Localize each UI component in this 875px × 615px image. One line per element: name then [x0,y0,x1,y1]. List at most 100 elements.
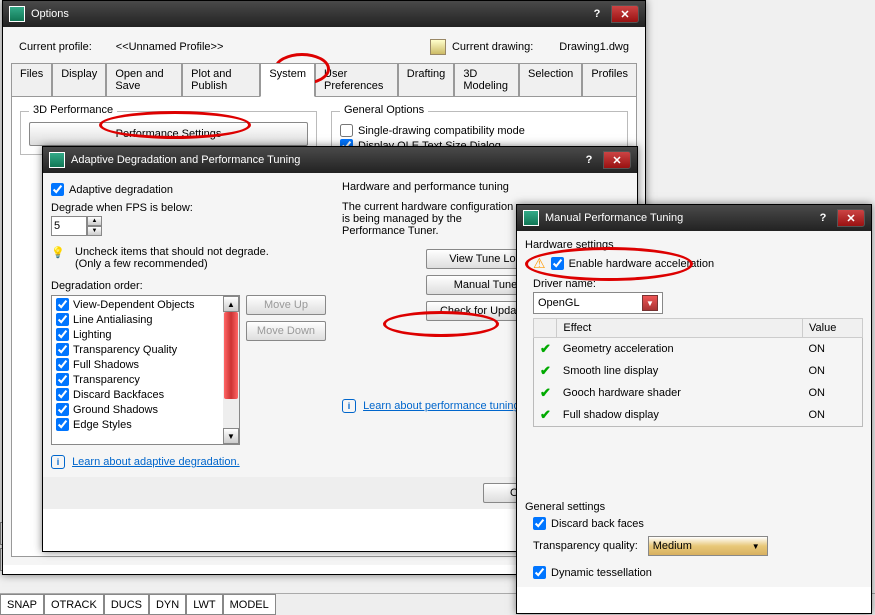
manual-title: Manual Performance Tuning [545,212,683,224]
cb-dynamic-label: Dynamic tessellation [551,567,652,579]
list-item[interactable]: Transparency [53,372,238,387]
list-item[interactable]: Ground Shadows [53,402,238,417]
effect-value: ON [803,360,863,382]
col-value: Value [803,319,863,338]
current-profile-value: <<Unnamed Profile>> [116,41,224,53]
tab-profiles[interactable]: Profiles [582,63,637,96]
list-item[interactable]: Edge Styles [53,417,238,432]
list-item-checkbox[interactable] [56,313,69,326]
tab-display[interactable]: Display [52,63,106,96]
list-item-label: Ground Shadows [73,404,158,416]
tab-plot-and-publish[interactable]: Plot and Publish [182,63,260,96]
degradation-order-label: Degradation order: [51,280,326,292]
check-icon: ✔ [540,341,551,356]
list-item-checkbox[interactable] [56,403,69,416]
drawing-icon [430,39,446,55]
list-item-label: Lighting [73,329,112,341]
table-row[interactable]: ✔Gooch hardware shaderON [534,382,863,404]
effect-value: ON [803,404,863,427]
effect-value: ON [803,382,863,404]
close-button[interactable]: ✕ [603,151,631,169]
performance-settings-button[interactable]: Performance Settings [29,122,308,146]
effect-value: ON [803,338,863,361]
listbox-scrollbar[interactable]: ▲ ▼ [223,296,239,444]
transparency-dropdown[interactable]: Medium ▼ [648,536,768,556]
status-lwt[interactable]: LWT [186,594,222,615]
hw-settings-label: Hardware settings [525,239,863,251]
cb-discard-back-label: Discard back faces [551,518,644,530]
info-icon: i [342,399,356,413]
cb-enable-hw-accel[interactable] [551,257,564,270]
status-model[interactable]: MODEL [223,594,276,615]
fps-up[interactable]: ▲ [87,216,102,226]
list-item[interactable]: Transparency Quality [53,342,238,357]
list-item[interactable]: View-Dependent Objects [53,297,238,312]
uncheck-hint-2: (Only a few recommended) [75,258,269,270]
app-icon [9,6,25,22]
list-item-label: Edge Styles [73,419,132,431]
tab-open-and-save[interactable]: Open and Save [106,63,182,96]
table-row[interactable]: ✔Smooth line displayON [534,360,863,382]
list-item-checkbox[interactable] [56,358,69,371]
list-item-checkbox[interactable] [56,343,69,356]
cb-dynamic-tessellation[interactable] [533,566,546,579]
help-button[interactable]: ? [575,151,603,169]
status-dyn[interactable]: DYN [149,594,186,615]
close-button[interactable]: ✕ [611,5,639,23]
warning-icon: ⚠ [533,255,546,272]
learn-adaptive-link[interactable]: Learn about adaptive degradation. [72,456,240,468]
move-down-button[interactable]: Move Down [246,321,326,341]
status-ducs[interactable]: DUCS [104,594,149,615]
table-row[interactable]: ✔ Geometry accelerationON [534,338,863,361]
move-up-button[interactable]: Move Up [246,295,326,315]
tab-3d-modeling[interactable]: 3D Modeling [454,63,519,96]
driver-dropdown[interactable]: OpenGL ▼ [533,292,663,314]
list-item-checkbox[interactable] [56,418,69,431]
tab-system[interactable]: System [260,63,315,97]
close-button[interactable]: ✕ [837,209,865,227]
list-item-label: Transparency Quality [73,344,177,356]
check-icon: ✔ [540,385,551,400]
current-drawing-value: Drawing1.dwg [559,41,629,53]
help-button[interactable]: ? [809,209,837,227]
list-item[interactable]: Full Shadows [53,357,238,372]
check-icon: ✔ [540,407,551,422]
learn-perf-link[interactable]: Learn about performance tuning. [363,400,523,412]
scroll-up[interactable]: ▲ [223,296,239,312]
info-icon: i [51,455,65,469]
current-drawing-label: Current drawing: [452,41,533,53]
tab-drafting[interactable]: Drafting [398,63,455,96]
scroll-thumb[interactable] [224,312,238,399]
transparency-value: Medium [653,540,692,552]
effect-name: Full shadow display [557,404,803,427]
list-item-checkbox[interactable] [56,388,69,401]
app-icon [523,210,539,226]
list-item-checkbox[interactable] [56,328,69,341]
status-snap[interactable]: SNAP [0,594,44,615]
status-otrack[interactable]: OTRACK [44,594,104,615]
cb-single-drawing[interactable] [340,124,353,137]
fps-down[interactable]: ▼ [87,226,102,236]
list-item[interactable]: Line Antialiasing [53,312,238,327]
check-icon: ✔ [540,363,551,378]
tab-user-preferences[interactable]: User Preferences [315,63,398,96]
cb-adaptive-degradation[interactable] [51,183,64,196]
tab-files[interactable]: Files [11,63,52,96]
fps-input[interactable] [51,216,87,236]
fps-spinner[interactable]: ▲ ▼ [51,216,326,236]
tab-selection[interactable]: Selection [519,63,582,96]
table-row[interactable]: ✔ Full shadow displayON [534,404,863,427]
list-item[interactable]: Discard Backfaces [53,387,238,402]
help-button[interactable]: ? [583,5,611,23]
cb-adaptive-label: Adaptive degradation [69,184,173,196]
group-general-legend: General Options [340,104,428,116]
effect-name: Geometry acceleration [557,338,803,361]
cb-discard-back-faces[interactable] [533,517,546,530]
list-item[interactable]: Lighting [53,327,238,342]
list-item-checkbox[interactable] [56,298,69,311]
degradation-listbox[interactable]: View-Dependent ObjectsLine Antialiasing L… [51,295,240,445]
transparency-label: Transparency quality: [533,540,638,552]
list-item-checkbox[interactable] [56,373,69,386]
scroll-down[interactable]: ▼ [223,428,239,444]
col-effect: Effect [557,319,803,338]
